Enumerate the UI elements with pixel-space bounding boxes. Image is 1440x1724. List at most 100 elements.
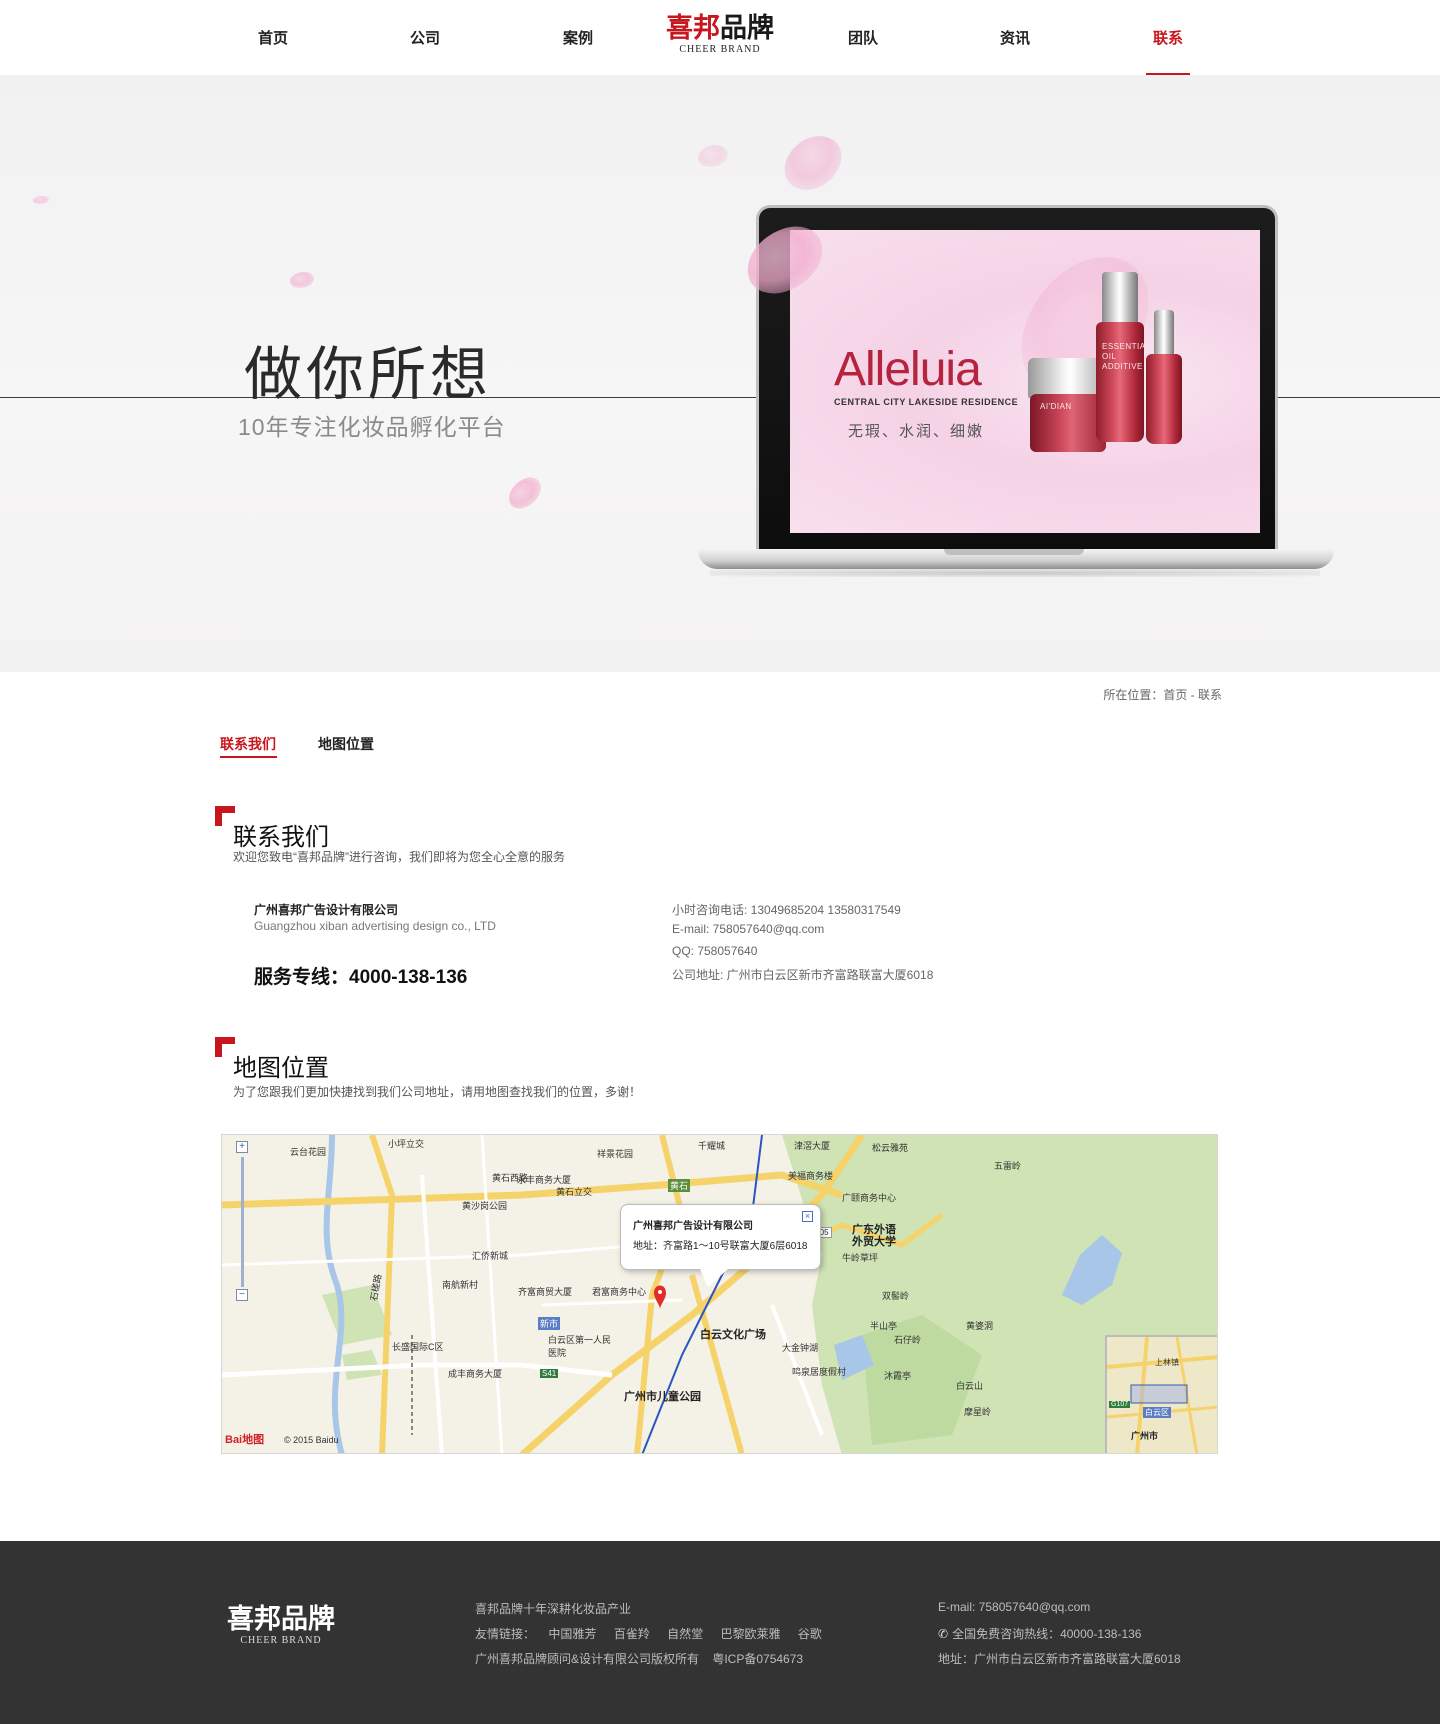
contact-title: 联系我们 [233,824,329,851]
tab-map-location[interactable]: 地图位置 [318,734,374,754]
footer-link-loreal[interactable]: 巴黎欧莱雅 [720,1627,780,1641]
map-label: 白云山 [956,1381,984,1391]
nav-home[interactable]: 首页 [233,27,313,48]
map-label: 千耀城 [698,1141,726,1151]
site-footer: 喜邦品牌 CHEER BRAND 喜邦品牌十年深耕化妆品产业 友情链接： 中国雅… [0,1541,1440,1724]
map-label: 黄婆洞 [966,1321,994,1331]
map-label: 黄石立交 [556,1187,593,1197]
company-name-en: Guangzhou xiban advertising design co., … [254,919,496,933]
baidu-logo[interactable]: Bai地图 [225,1431,264,1447]
petal-decoration [33,196,49,204]
site-logo[interactable]: 喜邦品牌 CHEER BRAND [660,14,780,62]
popup-address: 地址：齐富路1～10号联富大厦6层6018 [633,1241,808,1252]
banner-title: 做你所想 [244,340,493,408]
map-label: 石仔岭 [894,1335,922,1345]
map-label: 上林镇 [1155,1358,1179,1367]
footer-link-google[interactable]: 谷歌 [798,1627,822,1641]
footer-logo-english: CHEER BRAND [240,1635,322,1646]
map-overview[interactable]: 上林镇 白云区 广州市 G107 [1105,1335,1217,1453]
breadcrumb: 所在位置：首页 - 联系 [1103,688,1222,702]
road-tag: G107 [1109,1401,1131,1408]
footer-hotline-row: ✆ 全国免费咨询热线：40000-138-136 [938,1625,1141,1642]
screen-tagline: 无瑕、水润、细嫩 [848,423,985,440]
footer-links-label: 友情链接： [475,1627,536,1641]
tab-contact-us[interactable]: 联系我们 [220,734,276,754]
serum-bottle [1146,354,1182,444]
map-info-popup: 广州喜邦广告设计有限公司 地址：齐富路1～10号联富大厦6层6018 × [620,1204,821,1270]
map-label: 五雷岭 [994,1161,1022,1171]
map-title: 地图位置 [233,1055,329,1082]
map-label: 齐富商贸大厦 [518,1287,573,1297]
phone-icon: ✆ [938,1627,949,1641]
map-label: 广州市儿童公园 [624,1391,701,1403]
map-label: 双髻岭 [882,1291,910,1301]
map-label: 广州市 [1131,1431,1159,1441]
map-label: 半山亭 [870,1321,898,1331]
map-label: 新市 [538,1317,561,1330]
bottle-cap [1102,272,1138,324]
footer-links: 友情链接： 中国雅芳 百雀羚 自然堂 巴黎欧莱雅 谷歌 [475,1625,836,1642]
map-label: 沐霞亭 [884,1371,912,1381]
contact-address: 公司地址: 广州市白云区新市齐富路联富大厦6018 [672,968,934,982]
logo-text-b: 品牌 [720,13,774,44]
petal-decoration [698,145,728,167]
map-label: 大金钟湖 [782,1343,819,1353]
map-label: 成丰商务大厦 [448,1369,503,1379]
jar-lid [1028,358,1106,398]
nav-news[interactable]: 资讯 [975,27,1055,48]
contact-qq: QQ: 758057640 [672,944,758,958]
footer-link-pechoin[interactable]: 百雀羚 [614,1627,650,1641]
section-marker [215,806,235,826]
logo-text-a: 喜邦 [666,13,720,44]
footer-hotline: 全国免费咨询热线：40000-138-136 [952,1627,1142,1641]
screen-brand-sub: CENTRAL CITY LAKESIDE RESIDENCE [834,397,1019,407]
laptop-notch [944,549,1084,555]
nav-cases[interactable]: 案例 [538,27,618,48]
map-label: 白云区第一人民医院 [548,1335,612,1358]
map-label: 永丰商务大厦 [517,1175,572,1185]
banner-subtitle: 10年专注化妆品孵化平台 [238,414,506,440]
popup-close-button[interactable]: × [802,1211,813,1222]
map-desc: 为了您跟我们更加快捷找到我们公司地址，请用地图查找我们的位置，多谢！ [233,1085,642,1099]
map-label: 祥景花园 [597,1149,634,1159]
section-marker [215,1037,235,1057]
footer-email[interactable]: E-mail: 758057640@qq.com [938,1600,1090,1614]
road-tag: S41 [540,1369,559,1378]
nav-team[interactable]: 团队 [823,27,903,48]
laptop-image: Alleluia CENTRAL CITY LAKESIDE RESIDENCE… [756,205,1278,553]
baidu-map[interactable]: + − 小坪立交 黄石西路 黄石立交 黄石 广东外语 外贸大学 白云文化广场 广… [221,1134,1218,1454]
cream-jar: AI'DIAN [1030,394,1106,452]
map-zoom-slider[interactable] [241,1157,244,1287]
nav-company[interactable]: 公司 [385,27,465,48]
map-label: 松云雅苑 [872,1143,909,1153]
map-zoom-out-button[interactable]: − [236,1289,248,1301]
contact-email[interactable]: E-mail: 758057640@qq.com [672,922,824,936]
map-copyright: © 2015 Baidu [284,1435,339,1445]
bottle-cap [1154,310,1174,356]
map-label: 美福商务楼 [788,1171,834,1181]
footer-logo[interactable]: 喜邦品牌 CHEER BRAND [219,1605,343,1647]
map-label: 摩星岭 [964,1407,992,1417]
nav-contact[interactable]: 联系 [1128,27,1208,48]
screen-brand: Alleluia [834,343,982,396]
map-label: 鸣泉居度假村 [792,1367,847,1377]
map-zoom-in-button[interactable]: + [236,1141,248,1153]
petal-decoration [290,272,314,288]
map-label: 白云区 [1143,1407,1171,1418]
map-label: 黄石 [668,1179,691,1192]
map-label: 长盛国际C区 [392,1342,444,1352]
hero-banner: 做你所想 10年专注化妆品孵化平台 Alleluia CENTRAL CITY … [0,75,1440,672]
logo-english: CHEER BRAND [679,44,761,55]
jar-label: AI'DIAN [1040,402,1072,411]
map-label: 君富商务中心 [592,1287,647,1297]
footer-slogan: 喜邦品牌十年深耕化妆品产业 [475,1602,632,1616]
map-label: 津滘大厦 [794,1141,831,1151]
map-label: 牛岭草坪 [842,1253,879,1263]
footer-address: 地址：广州市白云区新市齐富路联富大厦6018 [938,1652,1181,1666]
laptop-screen: Alleluia CENTRAL CITY LAKESIDE RESIDENCE… [790,230,1260,533]
footer-link-chando[interactable]: 自然堂 [667,1627,703,1641]
map-label: 黄沙岗公园 [462,1201,508,1211]
footer-link-avon[interactable]: 中国雅芳 [548,1627,596,1641]
banner-divider-right [1278,397,1440,398]
popup-title: 广州喜邦广告设计有限公司 [633,1221,753,1232]
